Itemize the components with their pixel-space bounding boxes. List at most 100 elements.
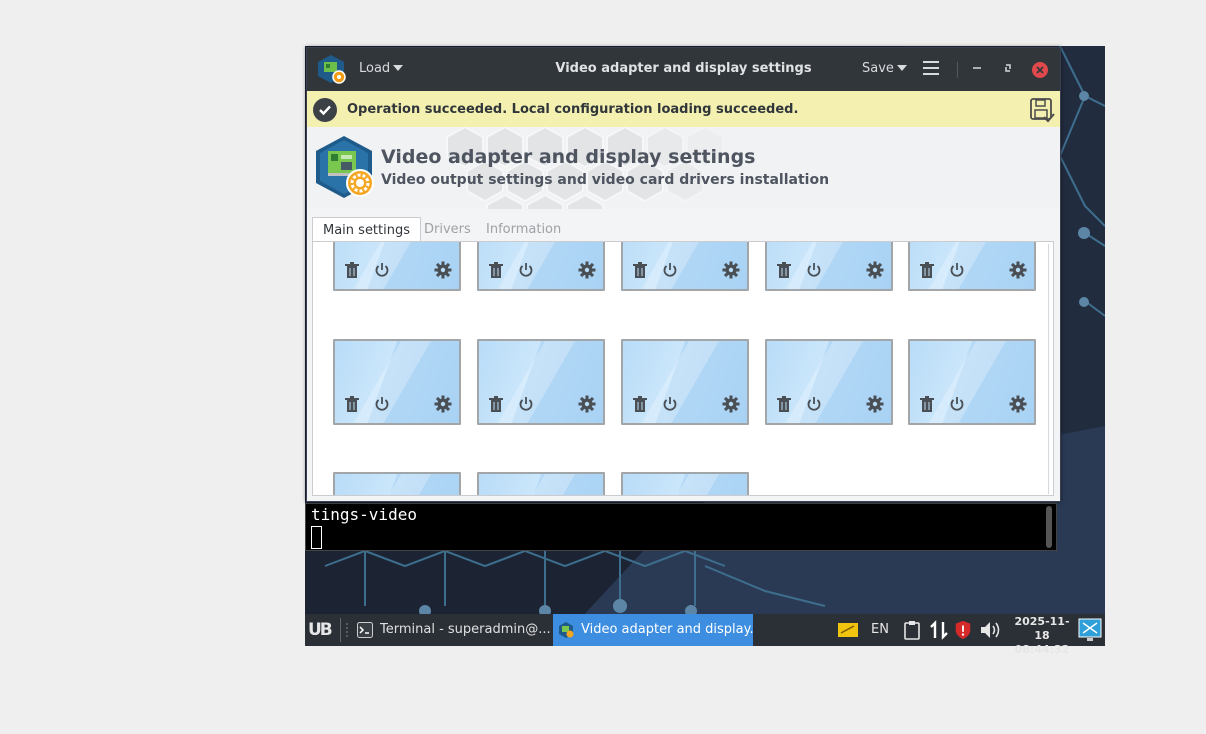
trash-icon[interactable] xyxy=(343,261,361,279)
gear-icon[interactable] xyxy=(866,395,884,413)
terminal-cursor xyxy=(311,526,322,549)
monitor-screen-glare xyxy=(487,474,581,495)
monitor-tile[interactable] xyxy=(621,472,749,495)
hexagon-pattern xyxy=(446,127,724,209)
panel-scrollbar[interactable] xyxy=(1048,244,1049,494)
power-icon[interactable] xyxy=(948,395,966,413)
power-icon[interactable] xyxy=(517,395,535,413)
clock[interactable]: 2025-11-18 08:44:32 xyxy=(1009,615,1075,657)
monitor-tile[interactable] xyxy=(621,339,749,425)
page-title: Video adapter and display settings xyxy=(381,146,756,168)
display-settings-icon xyxy=(559,622,574,638)
gear-icon[interactable] xyxy=(434,395,452,413)
chevron-down-icon xyxy=(896,65,907,71)
task-terminal-label: Terminal - superadmin@... xyxy=(380,622,551,637)
taskbar: UB Terminal - superadmin@... Video adapt… xyxy=(305,614,1105,656)
power-icon[interactable] xyxy=(661,395,679,413)
notification-bar: Operation succeeded. Local configuration… xyxy=(307,91,1060,127)
notes-icon[interactable] xyxy=(837,620,859,640)
monitor-tile[interactable] xyxy=(333,242,461,291)
save-label: Save xyxy=(862,61,894,76)
display-settings-logo-icon xyxy=(316,136,374,198)
gear-icon[interactable] xyxy=(578,261,596,279)
close-icon xyxy=(1036,66,1044,74)
terminal-icon xyxy=(357,622,373,638)
restore-icon[interactable] xyxy=(1001,58,1015,78)
monitor-tile[interactable] xyxy=(477,339,605,425)
power-icon[interactable] xyxy=(517,261,535,279)
app-icon xyxy=(318,55,346,84)
page-header: Video adapter and display settings Video… xyxy=(307,127,1060,209)
tab-drivers[interactable]: Drivers xyxy=(414,217,481,242)
close-button[interactable] xyxy=(1032,62,1048,78)
monitor-tile[interactable] xyxy=(477,472,605,495)
video-settings-window: Load Video adapter and display settings … xyxy=(306,47,1061,502)
gear-icon[interactable] xyxy=(866,261,884,279)
power-icon[interactable] xyxy=(805,261,823,279)
terminal-scrollbar[interactable] xyxy=(1046,506,1052,548)
title-bar[interactable]: Load Video adapter and display settings … xyxy=(307,48,1060,91)
gear-icon[interactable] xyxy=(578,395,596,413)
monitor-tile[interactable] xyxy=(765,339,893,425)
trash-icon[interactable] xyxy=(631,261,649,279)
trash-icon[interactable] xyxy=(918,395,936,413)
network-icon[interactable] xyxy=(929,620,949,640)
trash-icon[interactable] xyxy=(487,261,505,279)
terminal-window[interactable]: tings-video xyxy=(305,503,1057,551)
trash-icon[interactable] xyxy=(631,395,649,413)
volume-icon[interactable] xyxy=(979,620,1003,640)
monitor-tile[interactable] xyxy=(333,472,461,495)
gear-icon[interactable] xyxy=(722,261,740,279)
monitor-tile[interactable] xyxy=(765,242,893,291)
minimize-icon[interactable] xyxy=(970,58,984,78)
task-terminal[interactable]: Terminal - superadmin@... xyxy=(352,614,552,646)
monitor-screen-glare xyxy=(343,474,437,495)
trash-icon[interactable] xyxy=(918,261,936,279)
start-menu-button[interactable]: UB xyxy=(308,620,334,640)
notification-message: Operation succeeded. Local configuration… xyxy=(347,102,799,117)
clock-date: 2025-11-18 xyxy=(1014,615,1070,642)
gear-icon[interactable] xyxy=(1009,395,1027,413)
trash-icon[interactable] xyxy=(775,261,793,279)
power-icon[interactable] xyxy=(373,395,391,413)
monitor-tile[interactable] xyxy=(477,242,605,291)
trash-icon[interactable] xyxy=(775,395,793,413)
save-menu-button[interactable]: Save xyxy=(862,61,907,76)
monitor-tile[interactable] xyxy=(621,242,749,291)
monitor-tile[interactable] xyxy=(908,242,1036,291)
monitor-tile[interactable] xyxy=(908,339,1036,425)
tab-information[interactable]: Information xyxy=(476,217,571,242)
save-config-icon[interactable] xyxy=(1029,97,1055,123)
clock-time: 08:44:32 xyxy=(1014,643,1070,656)
titlebar-separator xyxy=(957,62,958,78)
clipboard-icon[interactable] xyxy=(903,620,921,640)
page-subtitle: Video output settings and video card dri… xyxy=(381,172,830,188)
power-icon[interactable] xyxy=(373,261,391,279)
language-indicator[interactable]: EN xyxy=(871,622,889,642)
monitors-panel[interactable] xyxy=(312,241,1054,496)
load-label: Load xyxy=(359,61,391,76)
power-icon[interactable] xyxy=(661,261,679,279)
task-video-settings-label: Video adapter and display... xyxy=(581,622,753,637)
trash-icon[interactable] xyxy=(343,395,361,413)
task-video-settings[interactable]: Video adapter and display... xyxy=(553,614,753,646)
terminal-output: tings-video xyxy=(311,505,417,524)
tab-main-settings[interactable]: Main settings xyxy=(312,217,422,242)
trash-icon[interactable] xyxy=(487,395,505,413)
security-shield-icon[interactable] xyxy=(953,620,973,640)
taskbar-separator xyxy=(340,618,341,642)
power-icon[interactable] xyxy=(805,395,823,413)
gear-icon[interactable] xyxy=(434,261,452,279)
hamburger-menu-icon[interactable] xyxy=(923,61,939,75)
gear-icon[interactable] xyxy=(1009,261,1027,279)
drag-handle-icon[interactable] xyxy=(345,623,349,637)
power-icon[interactable] xyxy=(948,261,966,279)
chevron-down-icon xyxy=(393,65,404,71)
show-desktop-icon[interactable] xyxy=(1078,618,1102,642)
monitor-screen-glare xyxy=(631,474,725,495)
gear-icon[interactable] xyxy=(722,395,740,413)
monitor-tile[interactable] xyxy=(333,339,461,425)
window-title: Video adapter and display settings xyxy=(555,61,812,76)
success-check-icon xyxy=(313,98,337,122)
load-menu-button[interactable]: Load xyxy=(359,61,404,76)
